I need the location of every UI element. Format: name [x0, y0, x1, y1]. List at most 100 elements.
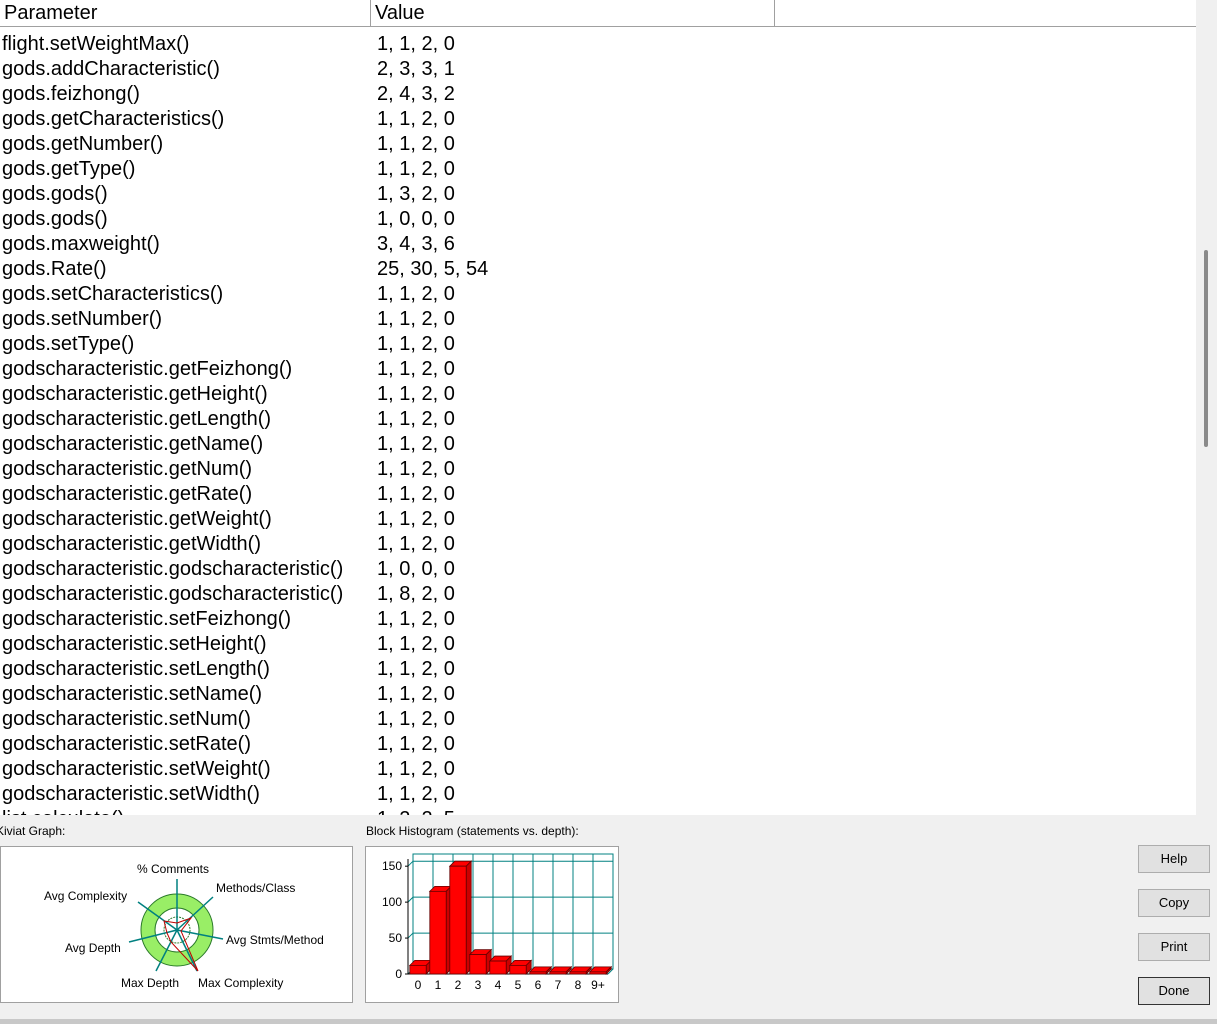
value-cell: 1, 1, 2, 0 [377, 33, 455, 55]
column-header-value[interactable]: Value [371, 0, 775, 27]
value-cell: 1, 1, 2, 0 [377, 283, 455, 305]
table-row[interactable]: gods.getNumber() 1, 1, 2, 0 [0, 132, 1196, 157]
table-row[interactable]: godscharacteristic.getLength() 1, 1, 2, 0 [0, 407, 1196, 432]
parameter-cell: godscharacteristic.setRate() [2, 733, 251, 755]
table-row[interactable]: gods.addCharacteristic() 2, 3, 3, 1 [0, 57, 1196, 82]
histogram-ytick-label: 0 [395, 967, 402, 981]
histogram-xtick-label: 7 [555, 978, 562, 992]
table-row[interactable]: list.calculate() 1, 2, 2, 5 [0, 807, 1196, 815]
scrollbar-thumb[interactable] [1204, 250, 1208, 447]
parameter-cell: godscharacteristic.setWeight() [2, 758, 271, 780]
value-cell: 1, 1, 2, 0 [377, 783, 455, 805]
block-histogram: 0 50 100 150 0 1 2 3 4 5 6 7 8 9+ [365, 846, 619, 1003]
table-row[interactable]: gods.setCharacteristics() 1, 1, 2, 0 [0, 282, 1196, 307]
parameter-cell: gods.maxweight() [2, 233, 160, 255]
kiviat-graph: % Comments Methods/Class Avg Stmts/Metho… [0, 846, 353, 1003]
table-header: Parameter Value [0, 0, 1196, 30]
parameter-cell: godscharacteristic.getLength() [2, 408, 272, 430]
parameter-cell: gods.getCharacteristics() [2, 108, 225, 130]
table-row[interactable]: gods.setNumber() 1, 1, 2, 0 [0, 307, 1196, 332]
table-row[interactable]: godscharacteristic.setHeight() 1, 1, 2, 0 [0, 632, 1196, 657]
table-row[interactable]: gods.maxweight() 3, 4, 3, 6 [0, 232, 1196, 257]
parameter-cell: gods.Rate() [2, 258, 107, 280]
value-cell: 1, 1, 2, 0 [377, 358, 455, 380]
table-row[interactable]: godscharacteristic.setNum() 1, 1, 2, 0 [0, 707, 1196, 732]
kiviat-label-avg-stmts: Avg Stmts/Method [226, 933, 324, 947]
histogram-grid-diag [407, 896, 414, 903]
table-row[interactable]: godscharacteristic.getRate() 1, 1, 2, 0 [0, 482, 1196, 507]
histogram-xtick-label: 1 [435, 978, 442, 992]
table-row[interactable]: godscharacteristic.godscharacteristic() 1… [0, 582, 1196, 607]
table-row[interactable]: godscharacteristic.getNum() 1, 1, 2, 0 [0, 457, 1196, 482]
parameter-cell: godscharacteristic.getRate() [2, 483, 253, 505]
window-bottom-edge [0, 1019, 1217, 1024]
parameter-cell: godscharacteristic.setWidth() [2, 783, 260, 805]
histogram-xtick-label: 3 [475, 978, 482, 992]
table-row[interactable]: godscharacteristic.getWidth() 1, 1, 2, 0 [0, 532, 1196, 557]
kiviat-label-avg-complexity: Avg Complexity [44, 889, 127, 903]
table-row[interactable]: godscharacteristic.getName() 1, 1, 2, 0 [0, 432, 1196, 457]
value-cell: 1, 1, 2, 0 [377, 508, 455, 530]
table-row[interactable]: godscharacteristic.getFeizhong() 1, 1, 2,… [0, 357, 1196, 382]
value-cell: 1, 1, 2, 0 [377, 383, 455, 405]
histogram-bar [589, 971, 607, 975]
histogram-xtick-label: 9+ [591, 978, 605, 992]
value-cell: 1, 1, 2, 0 [377, 133, 455, 155]
parameter-cell: gods.setType() [2, 333, 135, 355]
table-row[interactable]: godscharacteristic.setWidth() 1, 1, 2, 0 [0, 782, 1196, 807]
kiviat-label-comments: % Comments [137, 862, 209, 876]
value-cell: 1, 1, 2, 0 [377, 433, 455, 455]
table-row[interactable]: godscharacteristic.setName() 1, 1, 2, 0 [0, 682, 1196, 707]
kiviat-label-max-depth: Max Depth [121, 976, 179, 990]
help-button[interactable]: Help [1138, 845, 1210, 873]
kiviat-label-avg-depth: Avg Depth [65, 941, 121, 955]
histogram-xtick-label: 5 [515, 978, 522, 992]
histogram-grid-diag [407, 932, 414, 939]
copy-button[interactable]: Copy [1138, 889, 1210, 917]
print-button[interactable]: Print [1138, 933, 1210, 961]
histogram-bar [429, 890, 447, 975]
value-cell: 1, 1, 2, 0 [377, 733, 455, 755]
histogram-bar [529, 971, 547, 975]
table-row[interactable]: godscharacteristic.setFeizhong() 1, 1, 2,… [0, 607, 1196, 632]
table-row[interactable]: godscharacteristic.getHeight() 1, 1, 2, 0 [0, 382, 1196, 407]
table-row[interactable]: flight.setWeightMax() 1, 1, 2, 0 [0, 32, 1196, 57]
parameter-cell: gods.setNumber() [2, 308, 163, 330]
column-header-parameter[interactable]: Parameter [0, 0, 371, 27]
table-row[interactable]: godscharacteristic.setWeight() 1, 1, 2, 0 [0, 757, 1196, 782]
vertical-scrollbar[interactable] [1196, 0, 1217, 815]
histogram-bar [489, 960, 507, 975]
histogram-ytick-label: 50 [389, 931, 403, 945]
histogram-bar [469, 954, 487, 975]
table-row[interactable]: godscharacteristic.godscharacteristic() 1… [0, 557, 1196, 582]
histogram-bar [549, 971, 567, 975]
histogram-xtick-label: 8 [575, 978, 582, 992]
parameter-cell: godscharacteristic.setNum() [2, 708, 251, 730]
value-cell: 1, 1, 2, 0 [377, 108, 455, 130]
table-row[interactable]: gods.getCharacteristics() 1, 1, 2, 0 [0, 107, 1196, 132]
parameter-cell: gods.setCharacteristics() [2, 283, 224, 305]
histogram-xtick-label: 0 [415, 978, 422, 992]
value-cell: 1, 1, 2, 0 [377, 683, 455, 705]
value-cell: 1, 1, 2, 0 [377, 758, 455, 780]
table-row[interactable]: gods.setType() 1, 1, 2, 0 [0, 332, 1196, 357]
done-button[interactable]: Done [1138, 977, 1210, 1005]
table-row[interactable]: gods.Rate() 25, 30, 5, 54 [0, 257, 1196, 282]
value-cell: 1, 1, 2, 0 [377, 633, 455, 655]
histogram-bar [409, 964, 427, 975]
parameter-cell: godscharacteristic.godscharacteristic() [2, 583, 344, 605]
parameter-cell: gods.gods() [2, 208, 108, 230]
table-row[interactable]: godscharacteristic.getWeight() 1, 1, 2, 0 [0, 507, 1196, 532]
parameter-cell: gods.gods() [2, 183, 108, 205]
value-cell: 1, 1, 2, 0 [377, 458, 455, 480]
table-row[interactable]: godscharacteristic.setLength() 1, 1, 2, 0 [0, 657, 1196, 682]
kiviat-label-methods-class: Methods/Class [216, 881, 295, 895]
table-row[interactable]: gods.feizhong() 2, 4, 3, 2 [0, 82, 1196, 107]
table-row[interactable]: gods.gods() 1, 3, 2, 0 [0, 182, 1196, 207]
table-row[interactable]: gods.getType() 1, 1, 2, 0 [0, 157, 1196, 182]
parameter-cell: list.calculate() [2, 807, 124, 815]
histogram-grid-diag [407, 860, 414, 867]
value-cell: 1, 1, 2, 0 [377, 408, 455, 430]
table-row[interactable]: gods.gods() 1, 0, 0, 0 [0, 207, 1196, 232]
table-row[interactable]: godscharacteristic.setRate() 1, 1, 2, 0 [0, 732, 1196, 757]
